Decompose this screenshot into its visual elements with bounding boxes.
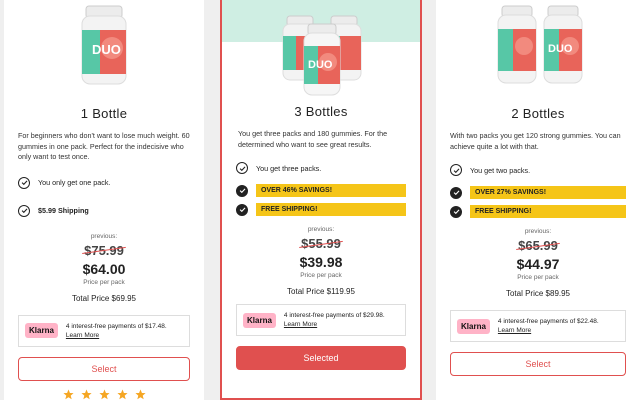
star-icon: [80, 389, 92, 399]
select-button[interactable]: Select: [18, 356, 190, 381]
feature-item: You get two packs.: [436, 164, 640, 176]
check-circle-icon: [236, 162, 248, 174]
feature-item: You get three packs.: [222, 162, 420, 174]
price-per-label: Price per pack: [517, 274, 559, 281]
offer-card-2-bottles[interactable]: DUO 2 Bottles With two packs you get 120…: [436, 0, 640, 400]
klarna-box: Klarna 4 interest-free payments of $22.4…: [450, 310, 626, 342]
feature-item: FREE SHIPPING!: [436, 205, 640, 218]
total-price: Total Price $119.95: [287, 287, 355, 296]
feature-item: You only get one pack.: [4, 176, 204, 189]
offer-description: You get three packs and 180 gummies. For…: [238, 129, 388, 149]
check-circle-icon: [450, 186, 462, 199]
select-button[interactable]: Select: [450, 352, 626, 376]
bottle-image: DUO: [81, 5, 127, 85]
old-price: $55.99: [222, 236, 420, 251]
klarna-logo: Klarna: [457, 318, 490, 334]
product-hero: DUO: [222, 0, 420, 96]
star-icon: [134, 389, 146, 399]
learn-more-link[interactable]: Learn More: [66, 331, 167, 340]
product-hero: DUO: [4, 0, 204, 88]
pricing-stage: DUO 1 Bottle For beginners who don't wan…: [0, 0, 640, 400]
feature-item: $5.99 Shipping: [4, 204, 204, 217]
current-price: $39.98: [299, 254, 343, 270]
check-circle-icon: [236, 184, 248, 197]
previous-label: previous:: [90, 232, 118, 240]
feature-item: OVER 27% SAVINGS!: [436, 186, 640, 199]
price-per-label: Price per pack: [300, 272, 342, 279]
star-icon: [98, 389, 110, 399]
check-circle-icon: [18, 176, 30, 189]
check-circle-icon: [236, 203, 248, 216]
previous-label: previous:: [307, 226, 335, 233]
old-price-value: $65.99: [518, 238, 558, 253]
feature-label: You only get one pack.: [38, 178, 111, 187]
current-price: $44.97: [516, 256, 560, 272]
feature-label: You get two packs.: [470, 165, 531, 175]
selected-button[interactable]: Selected: [236, 346, 406, 370]
offer-title: 3 Bottles: [294, 104, 348, 119]
free-shipping-banner: FREE SHIPPING!: [470, 205, 626, 218]
klarna-logo: Klarna: [25, 323, 58, 338]
klarna-box: Klarna 4 interest-free payments of $29.9…: [236, 304, 406, 336]
learn-more-link[interactable]: Learn More: [498, 326, 599, 335]
feature-item: OVER 46% SAVINGS!: [222, 184, 420, 197]
price-per-label: Price per pack: [83, 278, 125, 286]
feature-item: FREE SHIPPING!: [222, 203, 420, 216]
savings-banner: OVER 46% SAVINGS!: [256, 184, 406, 197]
klarna-text: 4 interest-free payments of $22.48.: [497, 318, 599, 325]
klarna-text: 4 interest-free payments of $17.48.: [65, 322, 167, 330]
total-price: Total Price $69.95: [71, 293, 137, 303]
feature-label: $5.99 Shipping: [38, 206, 89, 215]
offer-title: 2 Bottles: [511, 106, 565, 121]
offer-description: With two packs you get 120 strong gummie…: [450, 131, 621, 151]
bottle-group-image: DUO: [282, 15, 362, 96]
total-price: Total Price $89.95: [505, 289, 571, 298]
previous-label: previous:: [524, 228, 552, 235]
offer-description: For beginners who don't want to lose muc…: [18, 131, 190, 161]
learn-more-link[interactable]: Learn More: [284, 320, 385, 329]
check-circle-icon: [450, 164, 462, 176]
bottle-brand-text: DUO: [308, 59, 333, 71]
bottle-pair-image: DUO: [497, 5, 583, 84]
klarna-text: 4 interest-free payments of $29.98.: [283, 312, 385, 319]
bottle-brand-text: DUO: [92, 42, 121, 57]
old-price-value: $55.99: [301, 236, 341, 251]
klarna-logo: Klarna: [243, 312, 276, 328]
savings-banner: OVER 27% SAVINGS!: [470, 186, 626, 199]
feature-label: You get three packs.: [256, 163, 322, 173]
check-circle-icon: [450, 205, 462, 218]
star-icon: [116, 389, 128, 399]
offer-title: 1 Bottle: [80, 106, 128, 121]
old-price: $75.99: [4, 243, 204, 258]
klarna-box: Klarna 4 interest-free payments of $17.4…: [18, 314, 190, 347]
check-circle-icon: [18, 204, 30, 217]
old-price-value: $75.99: [84, 242, 124, 258]
star-icon: [62, 389, 74, 399]
rating-stars: [4, 389, 204, 400]
old-price: $65.99: [436, 238, 640, 253]
offer-card-3-bottles[interactable]: DUO 3 Bottles You get three packs and 18…: [220, 0, 422, 400]
product-hero: DUO: [436, 0, 640, 88]
bottle-brand-text: DUO: [548, 43, 573, 55]
offer-card-1-bottle[interactable]: DUO 1 Bottle For beginners who don't wan…: [4, 0, 204, 400]
current-price: $64.00: [82, 260, 126, 277]
free-shipping-banner: FREE SHIPPING!: [256, 203, 406, 216]
